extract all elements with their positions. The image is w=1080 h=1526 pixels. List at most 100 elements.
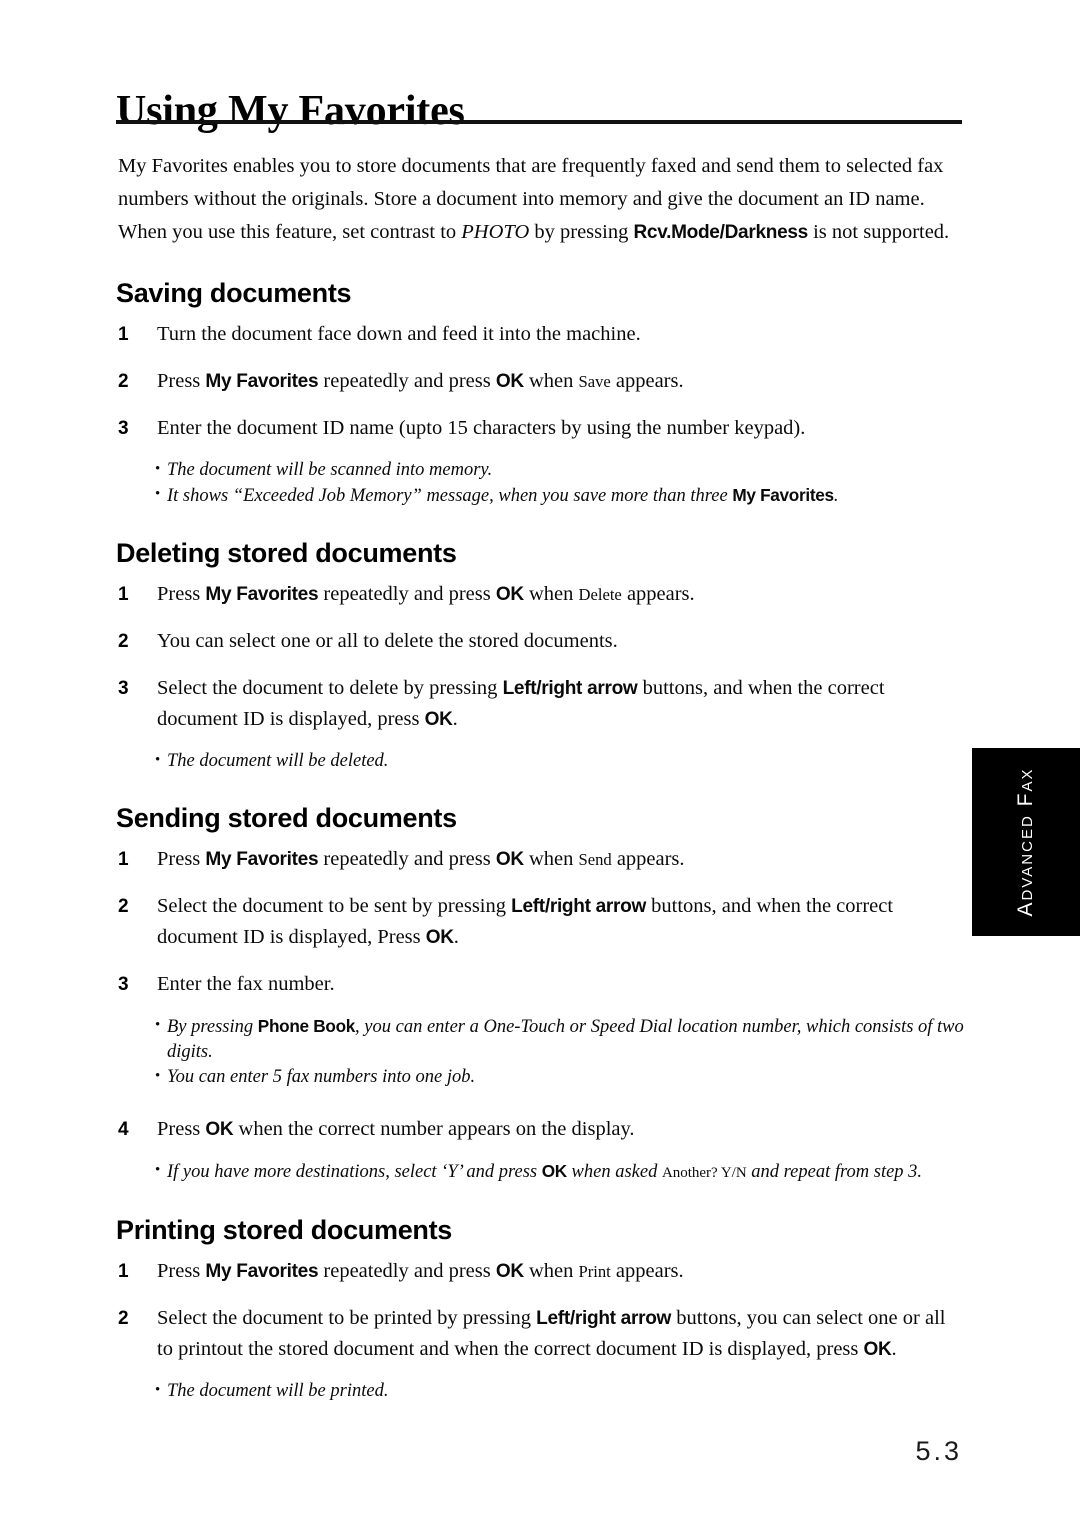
button-name: OK xyxy=(495,371,524,393)
section-heading-saving: Saving documents xyxy=(116,278,352,308)
step-number: 1 xyxy=(118,324,129,346)
button-name: My Favorites xyxy=(205,584,319,606)
button-name: My Favorites xyxy=(205,849,319,871)
step-text: appears. xyxy=(610,1260,684,1283)
step-text: repeatedly and press xyxy=(318,583,496,606)
step-text: Enter the fax number. xyxy=(157,973,335,996)
note-text: You can enter 5 fax numbers into one job… xyxy=(167,1067,476,1088)
note-text: and repeat from step 3. xyxy=(746,1162,923,1183)
section-heading-sending: Sending stored documents xyxy=(116,803,457,834)
step-number: 1 xyxy=(118,1261,129,1283)
step-number: 2 xyxy=(118,896,129,918)
notes-list-sending: By pressing Phone Book, you can enter a … xyxy=(0,1013,1080,1090)
step-number: 3 xyxy=(118,974,129,996)
notes-list-sending-continued: If you have more destinations, select ‘Y… xyxy=(0,1158,1080,1186)
note-item: You can enter 5 fax numbers into one job… xyxy=(0,1064,1080,1090)
button-name: OK xyxy=(495,849,524,871)
note-item: The document will be printed. xyxy=(0,1378,1080,1404)
note-text: The document will be deleted. xyxy=(167,751,389,772)
side-tab-label: Advanced Fax xyxy=(1014,767,1037,917)
section-heading-deleting: Deleting stored documents xyxy=(116,538,457,569)
note-text: The document will be printed. xyxy=(167,1381,389,1402)
step-text: repeatedly and press xyxy=(318,370,496,393)
note-text: It shows “Exceeded Job Memory” message, … xyxy=(167,486,733,507)
button-name: OK xyxy=(495,584,524,606)
step-text: appears. xyxy=(621,583,695,606)
note-text: By pressing xyxy=(167,1017,258,1038)
page-number: 5.3 xyxy=(915,1436,962,1466)
button-name: OK xyxy=(425,927,454,949)
notes-list-deleting: The document will be deleted. xyxy=(0,748,1080,774)
button-name: My Favorites xyxy=(205,1261,319,1283)
step-number: 4 xyxy=(118,1119,129,1141)
note-item: By pressing Phone Book, you can enter a … xyxy=(0,1013,1080,1065)
step-number: 1 xyxy=(118,584,129,606)
steps-list-sending: 1 Press My Favorites repeatedly and press… xyxy=(0,844,1080,1000)
button-name: My Favorites xyxy=(205,371,319,393)
note-text: . xyxy=(833,486,839,507)
step-text: . xyxy=(453,926,459,949)
step-item: 2 Select the document to be sent by press… xyxy=(0,891,1080,953)
button-name: Left/right arrow xyxy=(502,678,638,700)
page-content: My Favorites enables you to store docume… xyxy=(0,150,1080,1404)
step-item: 4 Press OK when the correct number appear… xyxy=(0,1114,1080,1145)
step-item: 1 Press My Favorites repeatedly and press… xyxy=(0,1256,1080,1287)
display-text: Send xyxy=(578,850,612,870)
step-number: 2 xyxy=(118,631,129,653)
step-text: You can select one or all to delete the … xyxy=(157,630,618,653)
step-text: when xyxy=(523,1260,579,1283)
note-text: The document will be scanned into memory… xyxy=(167,460,493,481)
step-text: Select the document to be printed by pre… xyxy=(157,1307,537,1330)
section-heading-printing: Printing stored documents xyxy=(116,1215,453,1246)
step-item: 1 Press My Favorites repeatedly and press… xyxy=(0,579,1080,610)
step-item: 2 You can select one or all to delete th… xyxy=(0,626,1080,657)
step-text: . xyxy=(891,1338,897,1361)
steps-list-printing: 1 Press My Favorites repeatedly and press… xyxy=(0,1256,1080,1365)
display-text: Save xyxy=(578,372,611,392)
step-text: Turn the document face down and feed it … xyxy=(157,323,641,346)
step-number: 1 xyxy=(118,849,129,871)
button-name: OK xyxy=(205,1119,234,1141)
note-item: It shows “Exceeded Job Memory” message, … xyxy=(0,482,1080,509)
intro-text-3: is not supported. xyxy=(807,221,950,243)
intro-text-2: by pressing xyxy=(529,221,634,243)
step-number: 2 xyxy=(118,371,129,393)
notes-list-printing: The document will be printed. xyxy=(0,1378,1080,1404)
step-item: 1 Turn the document face down and feed i… xyxy=(0,319,1080,350)
button-name: OK xyxy=(541,1161,567,1182)
note-item: If you have more destinations, select ‘Y… xyxy=(0,1158,1080,1186)
display-text: Delete xyxy=(578,585,622,605)
step-text: Press xyxy=(157,583,206,606)
manual-page: Using My Favorites My Favorites enables … xyxy=(0,0,1080,1526)
display-text: Another? Y/N xyxy=(661,1165,747,1182)
step-text: Select the document to be sent by pressi… xyxy=(157,895,512,918)
step-text: Press xyxy=(157,370,206,393)
side-tab-advanced-fax: Advanced Fax xyxy=(972,748,1080,936)
note-text: when asked xyxy=(566,1162,662,1183)
step-text: Press xyxy=(157,1118,206,1141)
note-item: The document will be scanned into memory… xyxy=(0,457,1080,483)
step-number: 2 xyxy=(118,1308,129,1330)
step-item: 3 Enter the fax number. xyxy=(0,969,1080,1000)
step-item: 3 Enter the document ID name (upto 15 ch… xyxy=(0,413,1080,444)
step-text: appears. xyxy=(611,848,685,871)
step-text: . xyxy=(452,708,458,731)
step-text: Enter the document ID name (upto 15 char… xyxy=(157,417,806,440)
step-item: 3 Select the document to delete by pressi… xyxy=(0,673,1080,735)
step-text: Press xyxy=(157,848,206,871)
button-name: OK xyxy=(424,709,453,731)
display-text: Print xyxy=(578,1262,611,1282)
step-item: 2 Select the document to be printed by pr… xyxy=(0,1303,1080,1365)
intro-photo-term: PHOTO xyxy=(461,221,530,243)
steps-list-saving: 1 Turn the document face down and feed i… xyxy=(0,319,1080,444)
step-item: 2 Press My Favorites repeatedly and press… xyxy=(0,366,1080,397)
step-text: repeatedly and press xyxy=(318,1260,496,1283)
steps-list-deleting: 1 Press My Favorites repeatedly and press… xyxy=(0,579,1080,735)
step-text: Select the document to delete by pressin… xyxy=(157,677,503,700)
steps-list-sending-continued: 4 Press OK when the correct number appear… xyxy=(0,1114,1080,1145)
button-name: Left/right arrow xyxy=(511,896,647,918)
button-name: OK xyxy=(495,1261,524,1283)
page-title: Using My Favorites xyxy=(116,88,465,135)
step-text: when the correct number appears on the d… xyxy=(233,1118,635,1141)
button-name: My Favorites xyxy=(732,485,834,506)
